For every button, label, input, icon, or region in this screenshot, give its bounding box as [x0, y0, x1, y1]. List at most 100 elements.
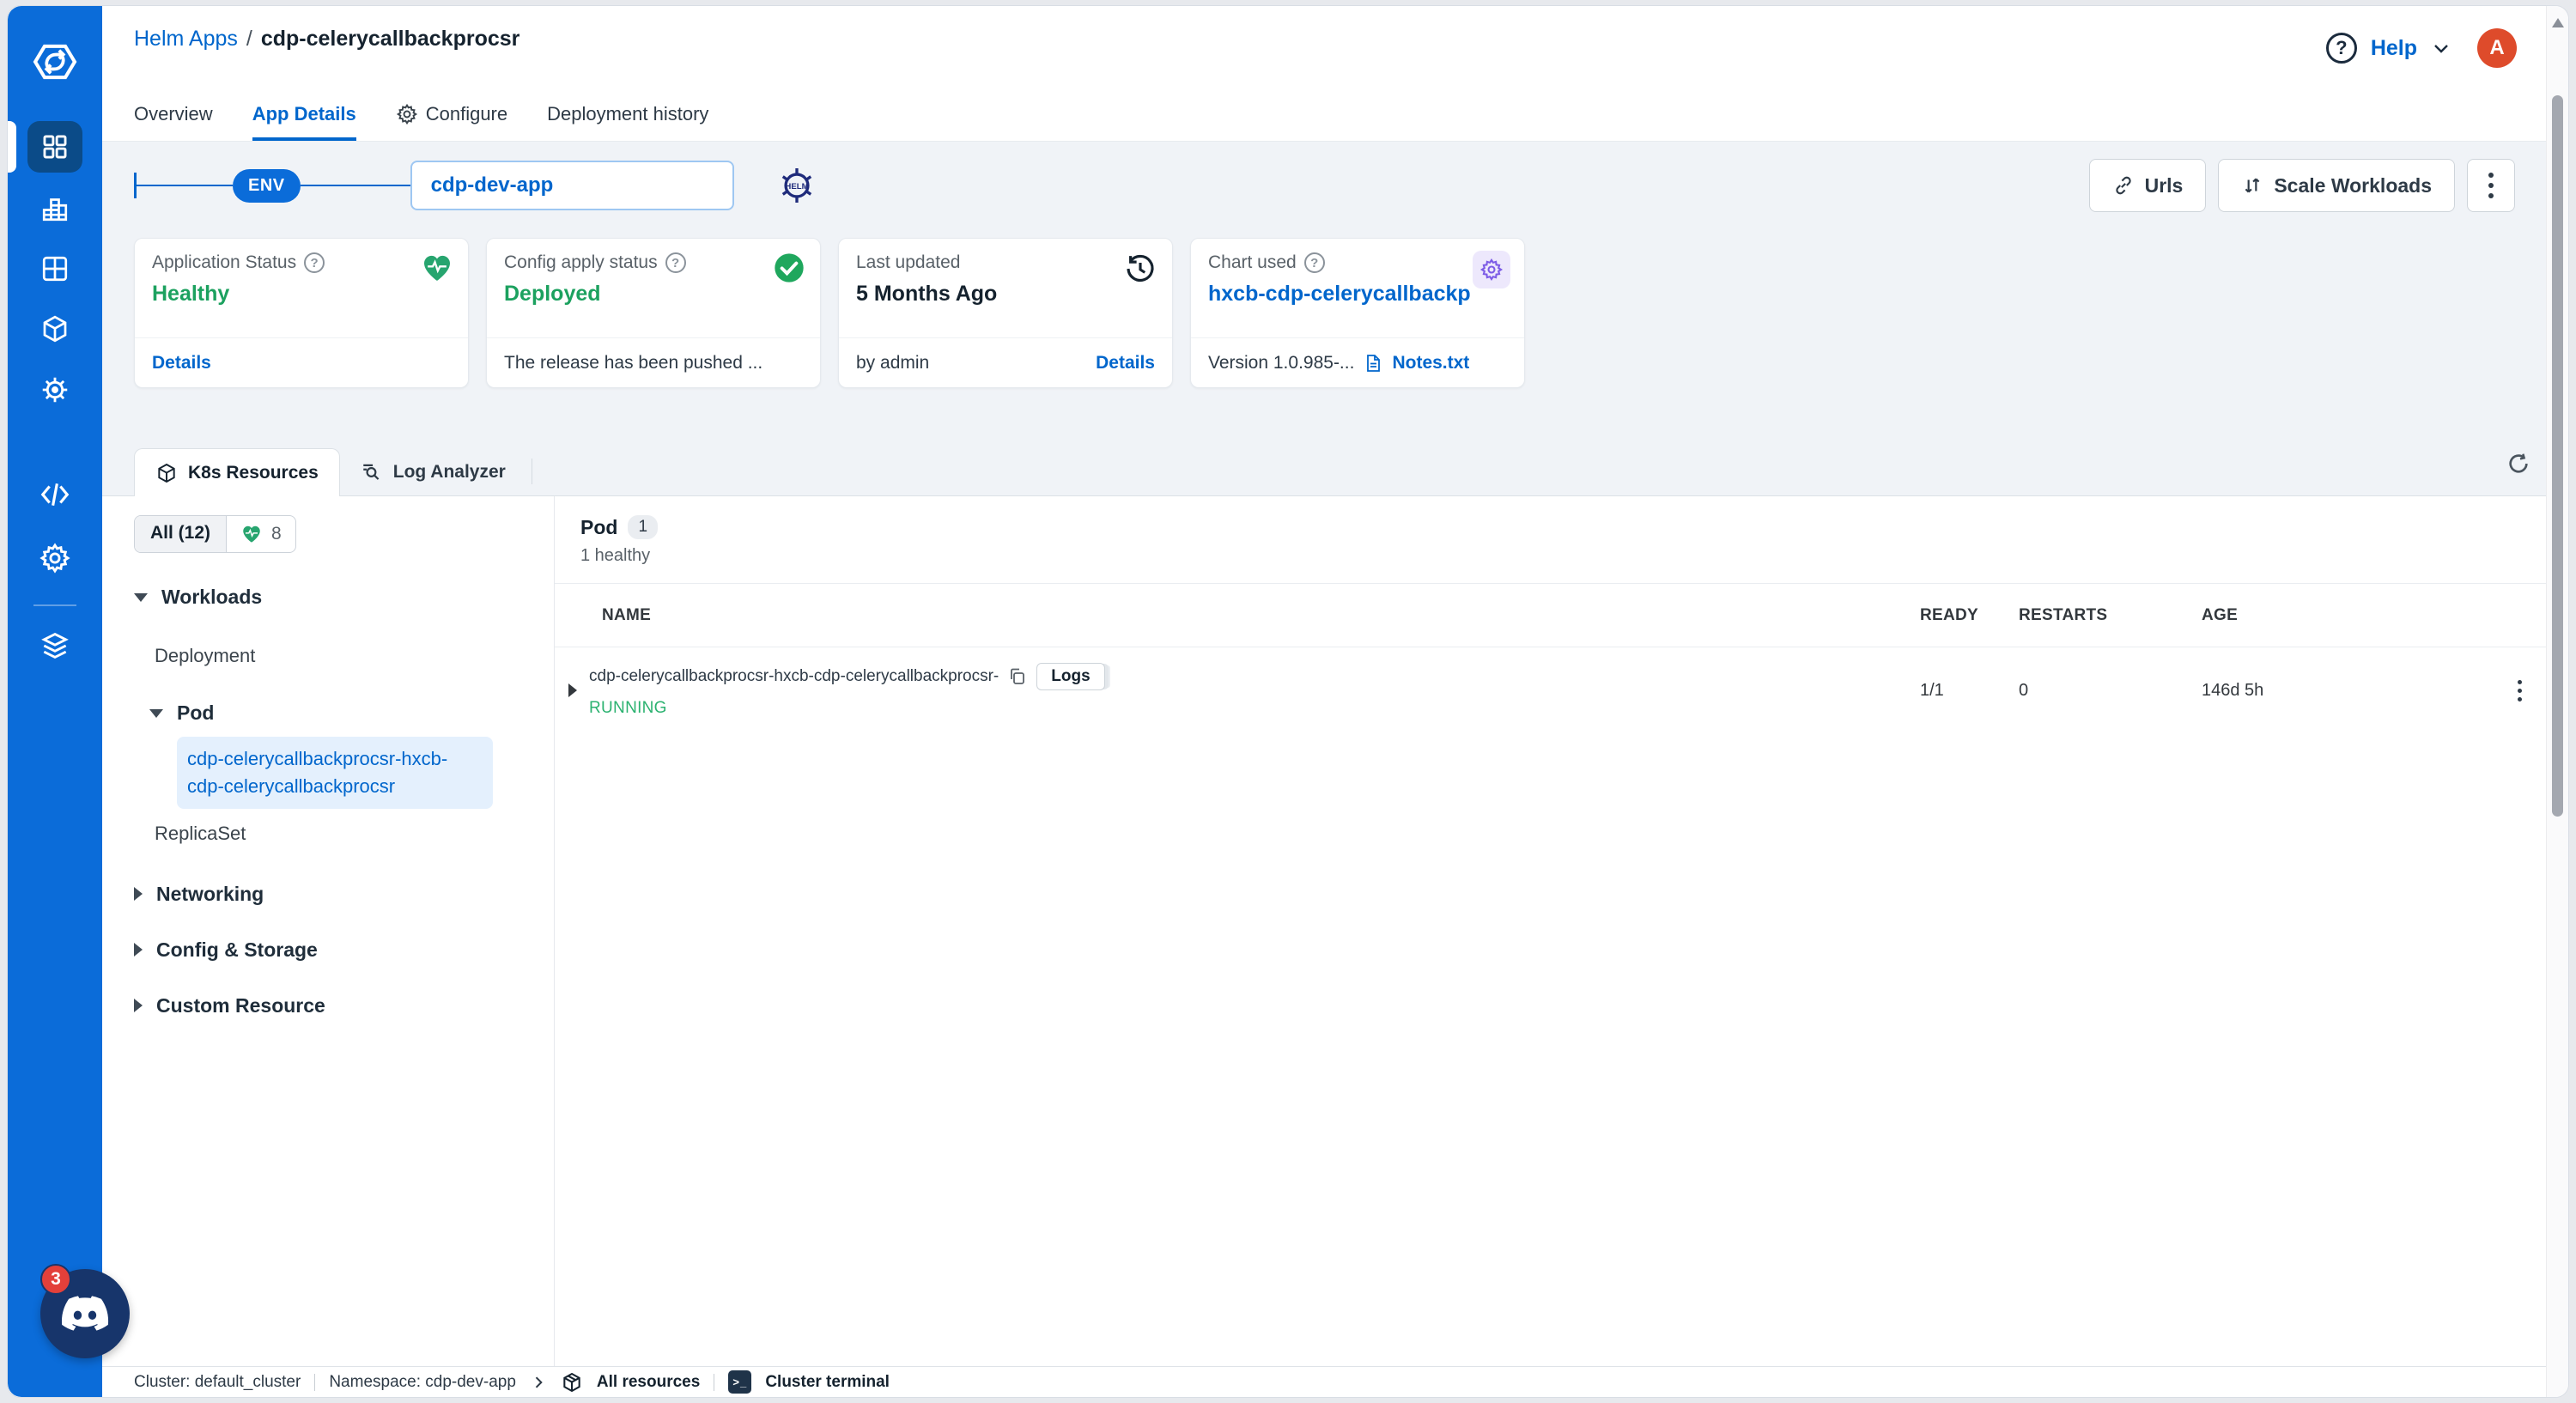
notes-txt-link[interactable]: Notes.txt — [1392, 353, 1469, 374]
help-menu[interactable]: Help — [2371, 36, 2417, 61]
last-updated-value: 5 Months Ago — [856, 282, 998, 306]
replicaset-label: ReplicaSet — [155, 822, 246, 844]
sidebar-active-indicator — [8, 121, 16, 173]
last-updated-by: by admin — [856, 352, 930, 373]
helm-logo-icon: HELM — [775, 164, 818, 207]
tree-group-custom-resource[interactable]: Custom Resource — [134, 994, 533, 1017]
tab-overview[interactable]: Overview — [134, 103, 213, 141]
row-menu-button[interactable] — [2494, 679, 2546, 702]
devtron-logo-icon — [8, 37, 102, 87]
chart-used-link[interactable]: hxcb-cdp-celerycallbackp — [1208, 282, 1507, 307]
tree-selected-pod[interactable]: cdp-celerycallbackprocsr-hxcb-cdp-celery… — [177, 737, 493, 809]
tree-item-replicaset[interactable]: ReplicaSet — [155, 823, 533, 845]
scrollbar-up-arrow[interactable] — [2552, 18, 2564, 27]
tab-log-analyzer[interactable]: Log Analyzer — [340, 448, 526, 496]
application-status-card: Application Status? Healthy Details — [134, 238, 469, 388]
tab-overview-label: Overview — [134, 103, 213, 125]
tree-item-pod[interactable]: Pod — [149, 702, 533, 725]
discord-chat-widget[interactable]: 3 — [40, 1264, 130, 1358]
caret-right-icon — [134, 999, 143, 1013]
sidebar-item-global-config[interactable] — [8, 542, 102, 574]
scrollbar-thumb[interactable] — [2552, 95, 2563, 817]
sidebar-item-security[interactable] — [8, 374, 102, 406]
filter-all-button[interactable]: All (12) — [135, 516, 227, 552]
env-badge: ENV — [233, 168, 301, 203]
last-updated-details-link[interactable]: Details — [1096, 353, 1155, 374]
sidebar-item-bulk-edit[interactable] — [8, 478, 102, 511]
tab-configure-label: Configure — [425, 103, 508, 125]
log-analyzer-label: Log Analyzer — [392, 462, 506, 482]
pod-count-badge: 1 — [628, 515, 659, 539]
application-status-details-link[interactable]: Details — [152, 353, 211, 374]
pod-health-summary: 1 healthy — [580, 546, 651, 565]
k8s-resources-label: K8s Resources — [188, 462, 319, 483]
filter-healthy-button[interactable]: 8 — [226, 516, 295, 552]
footer-cluster: Cluster: default_cluster — [134, 1372, 301, 1391]
config-apply-status-card: Config apply status? Deployed The releas… — [486, 238, 821, 388]
footer-cluster-terminal-link[interactable]: Cluster terminal — [765, 1373, 890, 1392]
k8s-resources-content: All (12) 8 Workloads Deployment Pod cdp-… — [102, 495, 2546, 1366]
tree-group-config-storage[interactable]: Config & Storage — [134, 938, 533, 962]
kebab-icon — [2488, 173, 2494, 198]
sidebar-item-applications[interactable] — [27, 121, 82, 173]
chevron-down-icon[interactable] — [2431, 38, 2451, 58]
pod-table-row[interactable]: cdp-celerycallbackprocsr-hxcb-cdp-celery… — [555, 647, 2546, 733]
document-icon — [1367, 354, 1381, 372]
history-icon — [1122, 251, 1158, 291]
env-line-right — [300, 185, 410, 186]
tab-configure[interactable]: Configure — [396, 103, 507, 141]
gear-icon — [39, 543, 70, 574]
config-apply-status-value: Deployed — [504, 282, 601, 306]
breadcrumb-current-app: cdp-celerycallbackprocsr — [260, 27, 520, 51]
tree-item-deployment[interactable]: Deployment — [155, 645, 533, 667]
caret-right-icon — [134, 943, 143, 957]
column-name: NAME — [602, 605, 652, 624]
urls-button[interactable]: Urls — [2088, 159, 2207, 212]
scale-workloads-label: Scale Workloads — [2274, 173, 2432, 197]
copy-icon[interactable] — [1007, 666, 1028, 687]
app-window: Helm Apps / cdp-celerycallbackprocsr Ove… — [7, 5, 2569, 1398]
sidebar-item-jobs[interactable] — [8, 193, 102, 224]
discord-unread-badge: 3 — [40, 1264, 71, 1295]
cluster-footer-bar: Cluster: default_cluster Namespace: cdp-… — [102, 1366, 2546, 1397]
scale-workloads-button[interactable]: Scale Workloads — [2218, 159, 2455, 212]
breadcrumb-separator: / — [246, 27, 252, 51]
resource-tree-panel: All (12) 8 Workloads Deployment Pod cdp-… — [102, 496, 555, 1366]
deployment-label: Deployment — [155, 645, 256, 666]
help-circle-icon[interactable]: ? — [1303, 252, 1325, 273]
heartbeat-icon — [420, 251, 454, 289]
sidebar-item-stack-manager[interactable] — [8, 629, 102, 662]
sidebar-item-app-groups[interactable] — [8, 253, 102, 284]
environment-selector[interactable]: cdp-dev-app — [410, 161, 734, 210]
expand-row-caret[interactable] — [568, 683, 577, 697]
breadcrumb-helm-apps-link[interactable]: Helm Apps — [134, 27, 238, 52]
tree-group-workloads[interactable]: Workloads — [134, 586, 533, 609]
discord-icon — [61, 1296, 109, 1331]
sidebar-item-resource-browser[interactable] — [8, 313, 102, 344]
tab-deployment-history[interactable]: Deployment history — [547, 103, 708, 141]
logs-button[interactable]: Logs — [1036, 663, 1105, 690]
caret-down-icon — [149, 708, 163, 718]
sidebar-divider — [33, 604, 76, 606]
page-header: Helm Apps / cdp-celerycallbackprocsr Ove… — [102, 6, 2546, 142]
chart-used-card: Chart used? hxcb-cdp-celerycallbackp Ver… — [1190, 238, 1525, 388]
jobs-grid-icon — [42, 198, 68, 222]
pod-table-header: NAME READY RESTARTS AGE — [555, 583, 2546, 647]
help-circle-icon[interactable]: ? — [304, 252, 325, 273]
pod-label: Pod — [177, 702, 215, 724]
footer-all-resources-link[interactable]: All resources — [597, 1373, 700, 1392]
tab-app-details[interactable]: App Details — [252, 103, 356, 141]
urls-button-label: Urls — [2144, 173, 2184, 197]
link-icon — [2115, 176, 2131, 195]
tab-k8s-resources[interactable]: K8s Resources — [134, 448, 340, 496]
help-circle-icon[interactable]: ? — [665, 252, 686, 273]
more-actions-button[interactable] — [2467, 159, 2515, 212]
pod-table-title: Pod — [580, 515, 618, 538]
status-cards: Application Status? Healthy Details Conf… — [134, 238, 2522, 388]
tree-group-networking[interactable]: Networking — [134, 883, 533, 906]
chart-gear-icon — [1473, 251, 1510, 288]
vertical-scrollbar[interactable] — [2546, 6, 2568, 1397]
sidebar — [8, 6, 102, 1397]
user-avatar[interactable]: A — [2477, 28, 2517, 68]
app-details-band: ENV cdp-dev-app HELM Urls Scale Workload… — [102, 142, 2546, 496]
